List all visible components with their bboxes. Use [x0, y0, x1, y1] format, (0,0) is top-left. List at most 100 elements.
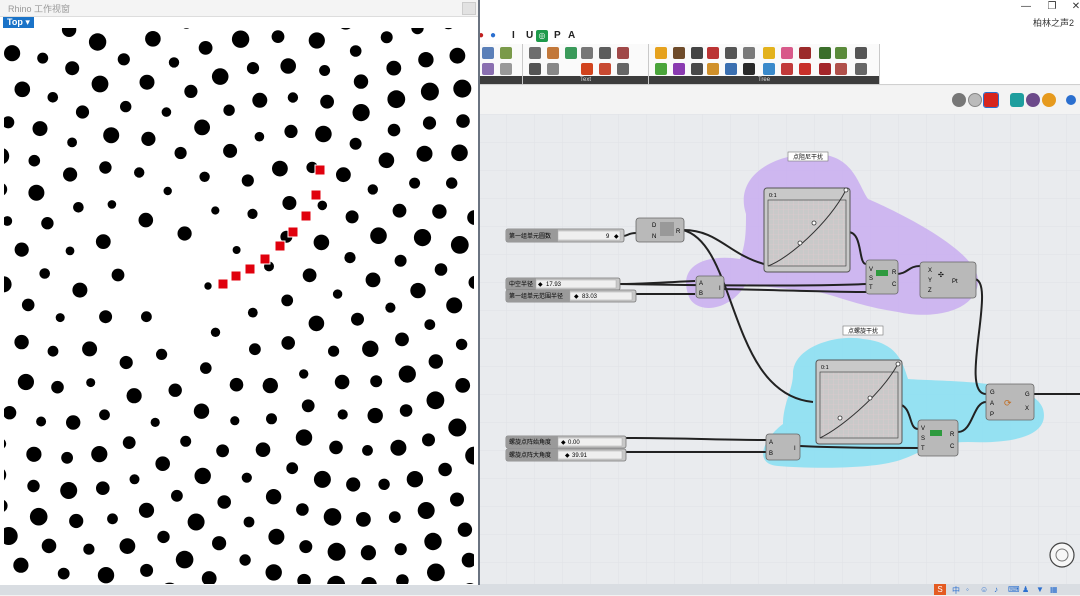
tab-p[interactable]: P	[554, 30, 561, 41]
remap-component-bottom[interactable]: V S T R C	[917, 419, 959, 457]
input-a[interactable]: A	[990, 401, 994, 407]
input-s[interactable]: S	[921, 436, 925, 442]
keyboard-icon[interactable]: ⌨	[1008, 585, 1020, 594]
tree-entwine-icon[interactable]	[781, 63, 793, 75]
divide-component[interactable]: D N R	[635, 217, 685, 243]
output-r[interactable]: R	[950, 432, 955, 438]
input-y[interactable]: Y	[928, 278, 932, 284]
component-icon[interactable]	[482, 63, 494, 75]
polar-component[interactable]: G A P ⟳ G X	[985, 383, 1035, 421]
navigation-widget[interactable]	[1049, 542, 1075, 568]
bounds-component[interactable]: A B I	[695, 275, 725, 299]
tree-graft-icon[interactable]	[655, 47, 667, 59]
tree-item-icon[interactable]	[763, 47, 775, 59]
shirt-icon[interactable]: ▼	[1036, 585, 1044, 594]
slider-grip-icon[interactable]: ◆	[574, 294, 579, 300]
input-g[interactable]: G	[990, 390, 995, 396]
globe-icon[interactable]	[1066, 95, 1076, 105]
tree-balance-icon[interactable]	[855, 47, 867, 59]
input-p[interactable]: P	[990, 412, 994, 418]
slider-range-radius[interactable]: 第一组单元范围半径 ◆ 83.03	[505, 289, 637, 303]
output-c[interactable]: C	[950, 444, 955, 450]
slider-circle-count[interactable]: 第一组单元圆数 9 ◆	[505, 228, 625, 243]
input-v[interactable]: V	[869, 267, 873, 273]
close-button[interactable]: ✕	[1062, 0, 1080, 14]
input-z[interactable]: Z	[928, 288, 932, 294]
tab-green-icon[interactable]: ◎	[536, 30, 548, 42]
apps-icon[interactable]: ▦	[1050, 585, 1058, 594]
text-replace-icon[interactable]	[547, 63, 559, 75]
input-v[interactable]: V	[921, 426, 925, 432]
tree-construct-icon[interactable]	[835, 63, 847, 75]
slider-grip-icon[interactable]: ◆	[538, 282, 543, 288]
selected-point[interactable]	[287, 226, 299, 238]
selected-point[interactable]	[217, 278, 229, 290]
wireframe-preview-icon[interactable]	[968, 93, 982, 107]
input-b[interactable]: B	[699, 291, 703, 297]
emoji-icon[interactable]: ☺	[980, 585, 988, 594]
tab-blue-icon[interactable]: ●	[490, 30, 496, 41]
input-a[interactable]: A	[769, 440, 773, 446]
slider-hollow-radius[interactable]: 中空半径 ◆ 17.93	[505, 277, 621, 291]
tree-stat-icon[interactable]	[743, 47, 755, 59]
remap-component-top[interactable]: V S T R C	[865, 259, 899, 295]
output-r[interactable]: R	[676, 229, 681, 235]
tree-arrange-icon[interactable]	[743, 63, 755, 75]
tree-relative-icon[interactable]	[707, 63, 719, 75]
input-t[interactable]: T	[869, 285, 873, 291]
viewport-canvas[interactable]	[4, 28, 474, 584]
microphone-icon[interactable]: ♪	[994, 585, 998, 594]
text-distance-icon[interactable]	[581, 63, 593, 75]
output-r[interactable]: R	[892, 270, 897, 276]
text-symbol-icon[interactable]	[617, 63, 629, 75]
render-icon[interactable]	[1042, 93, 1056, 107]
graph-mapper-top[interactable]: 0:1	[763, 187, 851, 273]
gh-canvas[interactable]: 点阻尼干扰 点螺旋干扰 第一组单元圆数 9 ◆ 中空半径 ◆ 17.93 第一组…	[478, 114, 1080, 584]
graph-mapper-bottom[interactable]: 0:1	[815, 359, 903, 445]
person-icon[interactable]: ♟	[1022, 585, 1029, 594]
input-d[interactable]: D	[652, 223, 657, 229]
sphere-preview-icon[interactable]	[952, 93, 966, 107]
tree-match-icon[interactable]	[725, 63, 737, 75]
tree-flatten-icon[interactable]	[673, 47, 685, 59]
chinese-mode-icon[interactable]: 中	[952, 585, 960, 596]
output-c[interactable]: C	[892, 282, 897, 288]
text-format-icon[interactable]	[599, 47, 611, 59]
input-n[interactable]: N	[652, 234, 656, 240]
text-tag-icon[interactable]	[529, 47, 541, 59]
text-split-icon[interactable]	[547, 47, 559, 59]
selected-point[interactable]	[314, 164, 326, 176]
output-pt[interactable]: Pt	[952, 279, 958, 285]
tree-clean-icon[interactable]	[835, 47, 847, 59]
input-b[interactable]: B	[769, 451, 773, 457]
tab-a[interactable]: A	[568, 30, 575, 41]
selected-point[interactable]	[274, 240, 286, 252]
slider-spiral-max-angle[interactable]: 螺旋点阵大角度 ◆ 39.91	[505, 448, 627, 462]
input-s[interactable]: S	[869, 276, 873, 282]
input-x[interactable]: X	[928, 268, 932, 274]
slider-spiral-start-angle[interactable]: 螺旋点阵始角度 ◆ 0.00	[505, 435, 627, 449]
selected-point[interactable]	[259, 253, 271, 265]
tree-replace-icon[interactable]	[799, 63, 811, 75]
tree-split-icon[interactable]	[691, 63, 703, 75]
tree-path-icon[interactable]	[725, 47, 737, 59]
selected-point[interactable]	[310, 189, 322, 201]
text-case-icon[interactable]	[617, 47, 629, 59]
tree-branch-icon[interactable]	[781, 47, 793, 59]
slider-grip-icon[interactable]: ◆	[565, 453, 570, 459]
text-fragment-icon[interactable]	[599, 63, 611, 75]
shaded-preview-icon[interactable]	[983, 92, 999, 108]
green-cube-icon[interactable]	[1010, 93, 1024, 107]
tree-suirify-icon[interactable]	[819, 63, 831, 75]
selected-point[interactable]	[300, 210, 312, 222]
text-ab-icon[interactable]	[529, 63, 541, 75]
tree-unflatten-icon[interactable]	[673, 63, 685, 75]
tree-trim-icon[interactable]	[655, 63, 667, 75]
selected-point[interactable]	[244, 263, 256, 275]
material-icon[interactable]	[1026, 93, 1040, 107]
tree-prune-icon[interactable]	[763, 63, 775, 75]
bounds-component-bottom[interactable]: A B I	[765, 433, 801, 461]
slider-grip-icon[interactable]: ◆	[561, 440, 566, 446]
punctuation-icon[interactable]: ◦	[966, 585, 969, 594]
component-icon[interactable]	[500, 47, 512, 59]
